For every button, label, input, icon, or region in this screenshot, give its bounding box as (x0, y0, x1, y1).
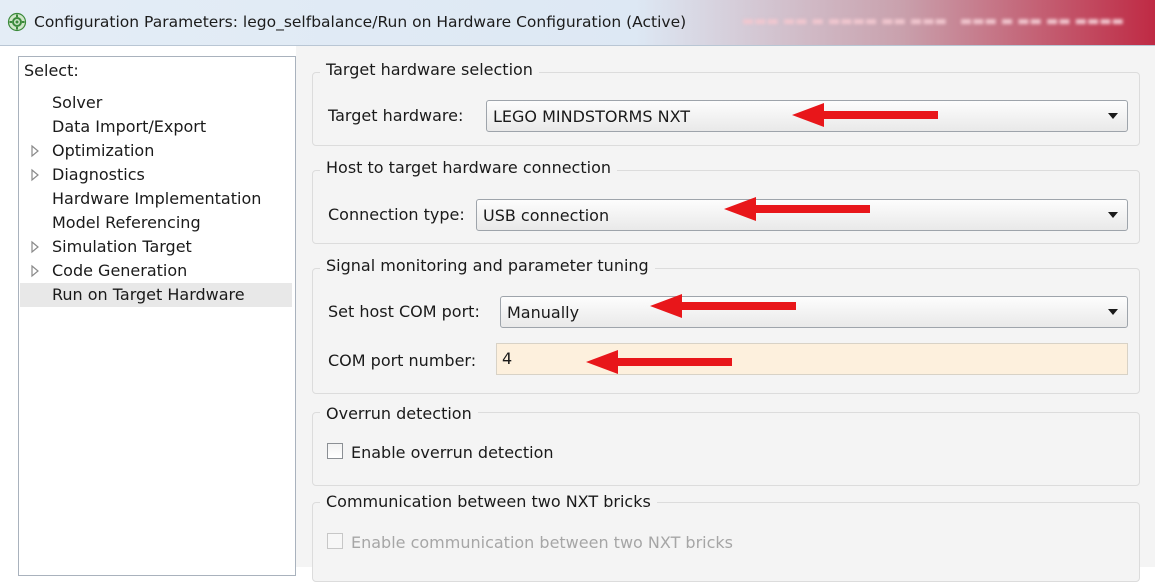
blurred-background-text-2: ▬▬▬ ▬ ▬▬ ▬▬ ▬▬▬▬ (960, 14, 1124, 29)
dropdown-arrow-icon (1108, 113, 1118, 119)
host-connection-group-title: Host to target hardware connection (320, 158, 617, 177)
signal-monitoring-group (312, 268, 1140, 394)
set-host-com-port-label: Set host COM port: (328, 302, 480, 321)
gear-cog-icon (7, 12, 27, 32)
expand-arrow-icon[interactable] (29, 259, 41, 283)
red-annotation-arrow-icon (792, 103, 938, 127)
expand-arrow-icon[interactable] (29, 139, 41, 163)
blurred-background-text: ▬▬▬ ▬▬ ▬ ▬▬▬▬ ▬▬ ▬▬▬ (742, 14, 947, 29)
select-label: Select: (24, 61, 79, 80)
window-title-bar[interactable]: Configuration Parameters: lego_selfbalan… (0, 0, 1155, 46)
red-annotation-arrow-icon (724, 197, 870, 221)
expand-arrow-icon[interactable] (29, 163, 41, 187)
set-host-com-port-dropdown[interactable]: Manually (500, 296, 1128, 328)
red-annotation-arrow-icon (650, 294, 796, 318)
connection-type-label: Connection type: (328, 205, 465, 224)
target-hardware-group-title: Target hardware selection (320, 60, 539, 79)
red-annotation-arrow-icon (586, 350, 732, 374)
overrun-detection-group-title: Overrun detection (320, 404, 478, 423)
signal-monitoring-group-title: Signal monitoring and parameter tuning (320, 256, 655, 275)
target-hardware-label: Target hardware: (328, 106, 464, 125)
window-title: Configuration Parameters: lego_selfbalan… (34, 13, 687, 31)
tree-item-hardware-implementation[interactable]: Hardware Implementation (20, 187, 292, 211)
dropdown-arrow-icon (1108, 309, 1118, 315)
tree-item-solver[interactable]: Solver (20, 91, 292, 115)
com-port-number-label: COM port number: (328, 351, 477, 370)
enable-communication-checkbox (327, 533, 343, 549)
tree-item-diagnostics[interactable]: Diagnostics (20, 163, 292, 187)
enable-overrun-detection-checkbox[interactable] (327, 443, 343, 459)
expand-arrow-icon[interactable] (29, 235, 41, 259)
tree-item-optimization[interactable]: Optimization (20, 139, 292, 163)
tree-item-model-referencing[interactable]: Model Referencing (20, 211, 292, 235)
communication-group-title: Communication between two NXT bricks (320, 492, 657, 511)
dropdown-arrow-icon (1108, 212, 1118, 218)
tree-item-code-generation[interactable]: Code Generation (20, 259, 292, 283)
tree-item-simulation-target[interactable]: Simulation Target (20, 235, 292, 259)
enable-overrun-detection-label[interactable]: Enable overrun detection (351, 443, 554, 462)
category-tree-panel: Select: Solver Data Import/Export Optimi… (18, 56, 296, 576)
tree-item-run-on-target-hardware[interactable]: Run on Target Hardware (20, 283, 292, 307)
enable-communication-label: Enable communication between two NXT bri… (351, 533, 733, 552)
tree-item-data-import-export[interactable]: Data Import/Export (20, 115, 292, 139)
